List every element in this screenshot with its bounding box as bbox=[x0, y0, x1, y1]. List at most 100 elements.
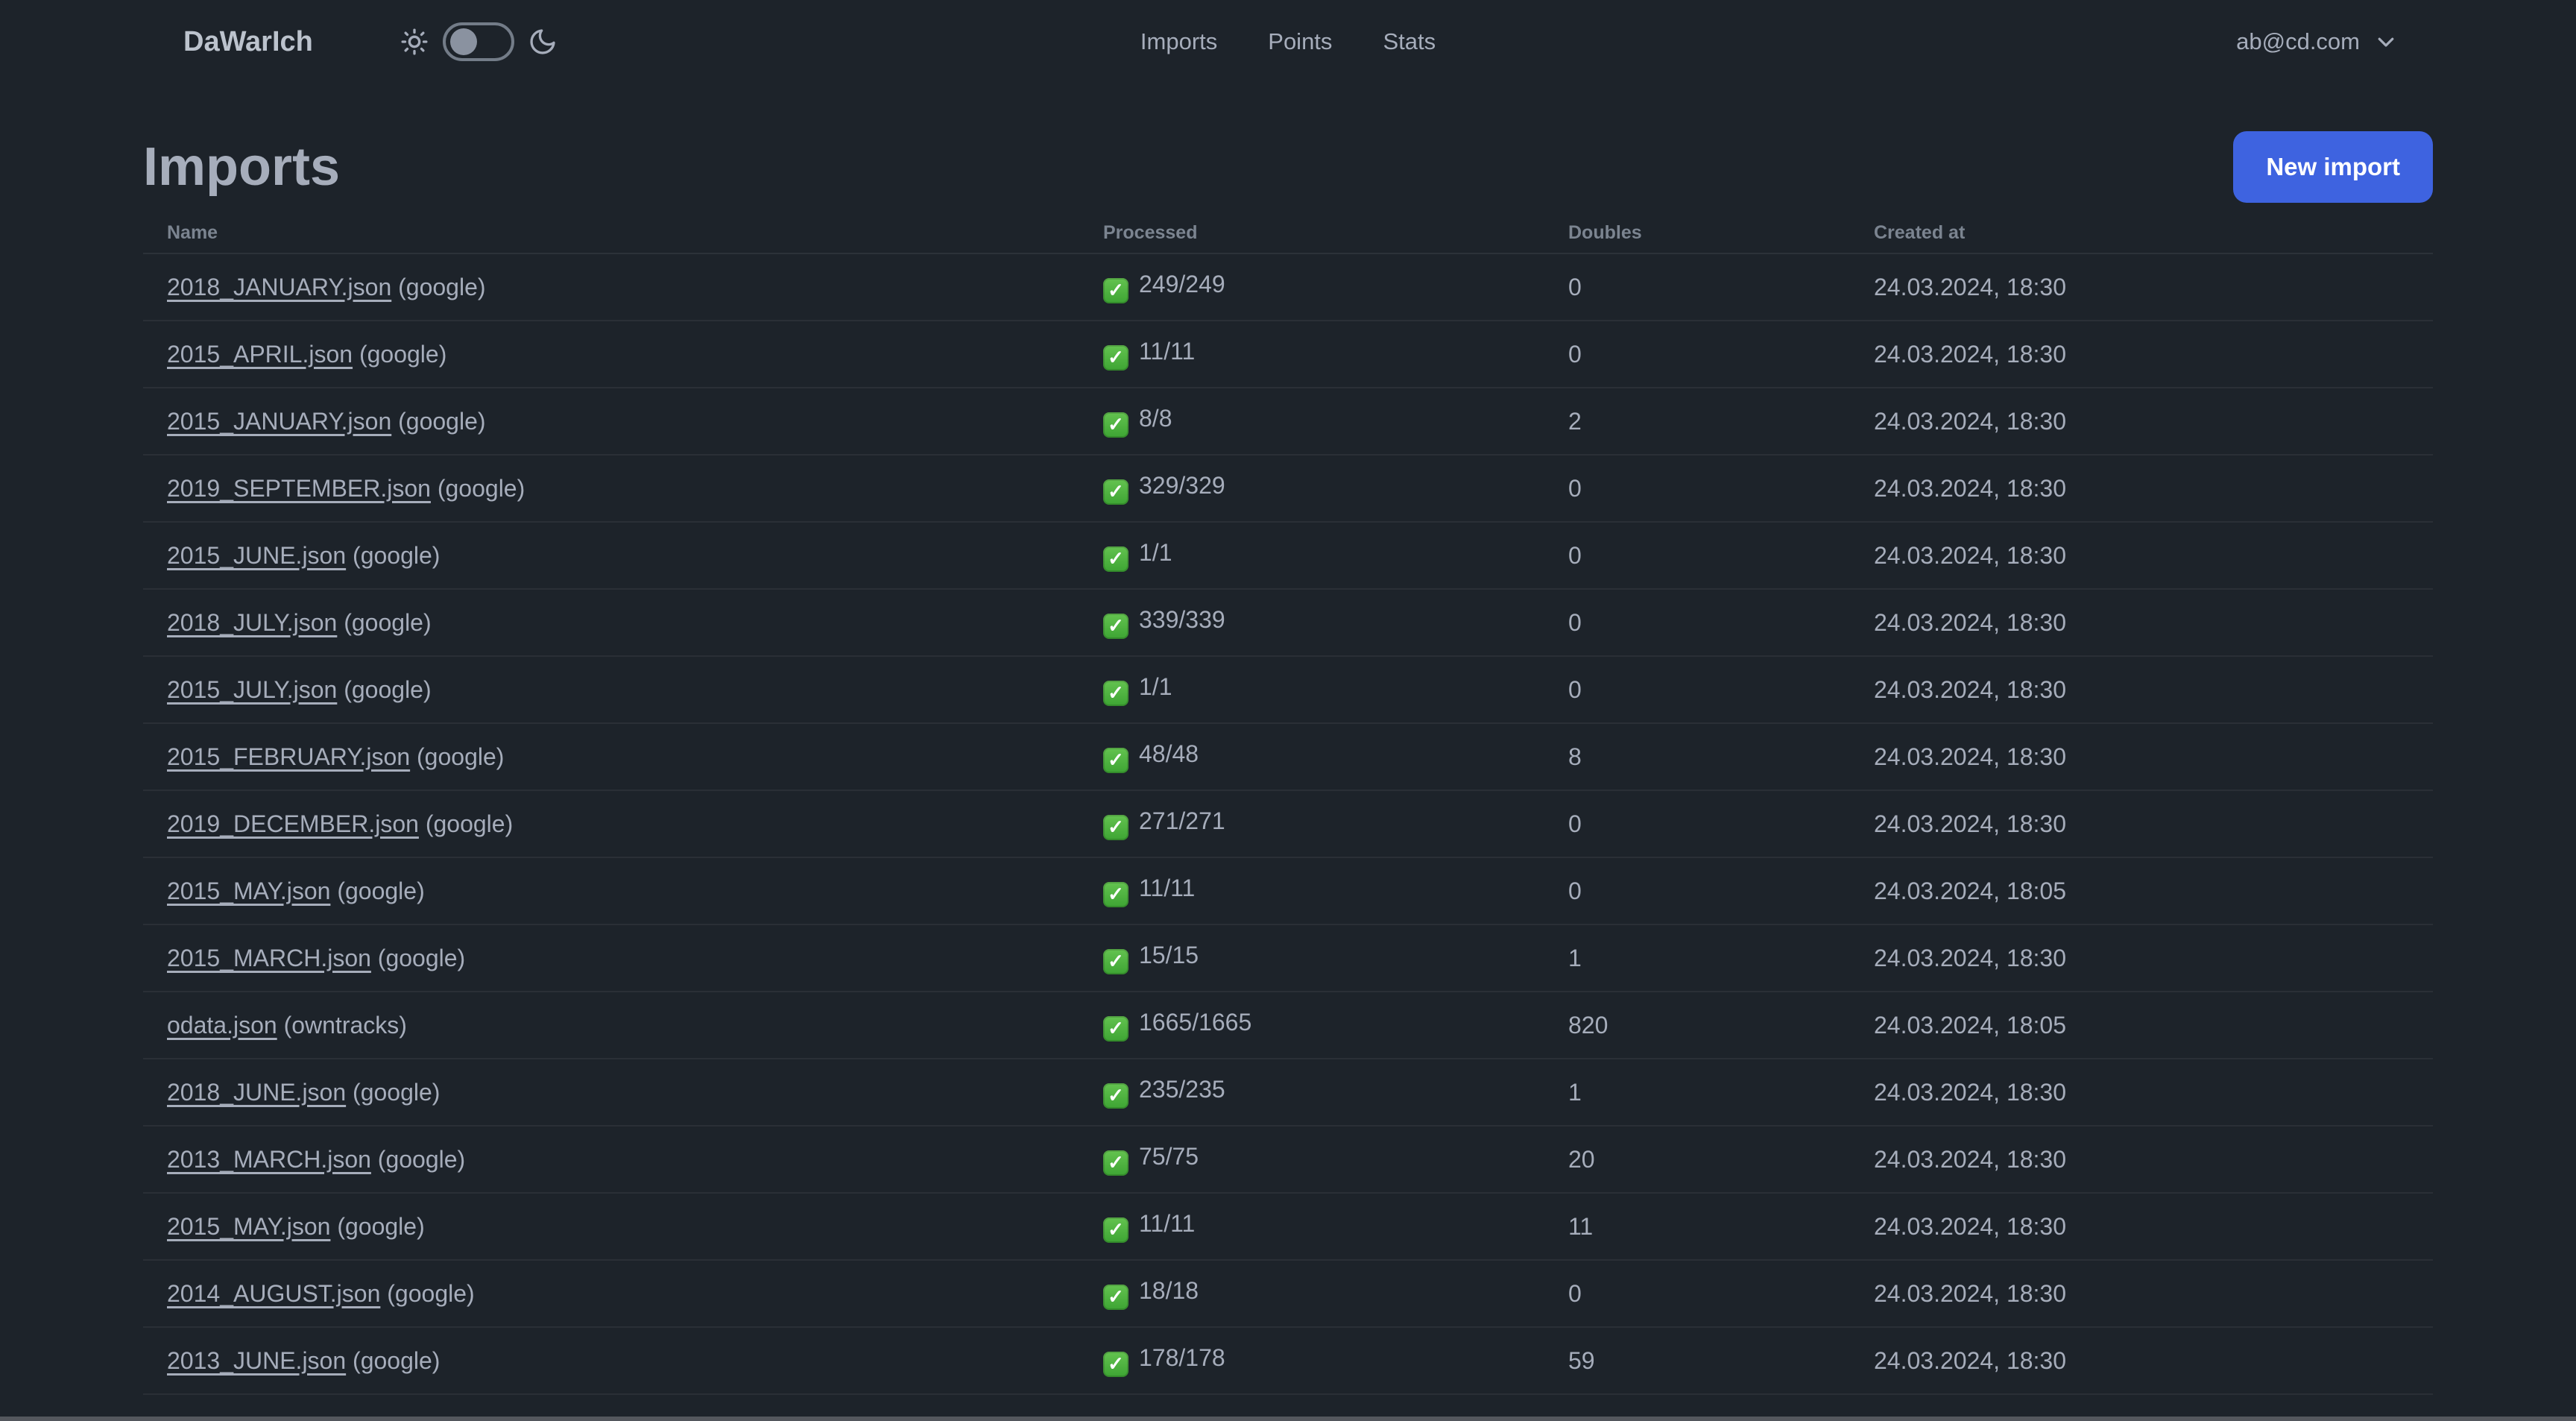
nav-link-stats[interactable]: Stats bbox=[1383, 28, 1436, 55]
import-source: (owntracks) bbox=[277, 1011, 407, 1039]
import-file-link[interactable]: 2015_APRIL.json bbox=[167, 341, 353, 368]
import-file-link[interactable]: 2019_SEPTEMBER.json bbox=[167, 475, 431, 502]
cell-processed: ✓ 18/18 bbox=[1079, 1260, 1544, 1328]
cell-created-at: 24.03.2024, 18:30 bbox=[1850, 790, 2433, 858]
cell-created-at: 24.03.2024, 18:30 bbox=[1850, 1059, 2433, 1127]
cell-processed: ✓ 75/75 bbox=[1079, 1126, 1544, 1194]
cell-processed: ✓ 1665/1665 bbox=[1079, 992, 1544, 1059]
column-header-doubles: Doubles bbox=[1544, 212, 1850, 254]
cell-name: 2015_MARCH.json (google) bbox=[143, 924, 1079, 992]
table-row: 2015_JULY.json (google) ✓ 1/1 0 24.03.2024, … bbox=[143, 656, 2433, 724]
import-file-link[interactable]: 2014_AUGUST.json bbox=[167, 1280, 380, 1307]
cell-name: 2015_MAY.json (google) bbox=[143, 1193, 1079, 1261]
processed-count: 15/15 bbox=[1139, 942, 1199, 969]
import-file-link[interactable]: 2015_MAY.json bbox=[167, 878, 330, 904]
cell-name: 2018_JUNE.json (google) bbox=[143, 1059, 1079, 1127]
import-file-link[interactable]: 2013_MARCH.json bbox=[167, 1146, 371, 1173]
cell-name: 2019_SEPTEMBER.json (google) bbox=[143, 455, 1079, 523]
theme-switch[interactable] bbox=[442, 22, 514, 61]
cell-doubles: 0 bbox=[1544, 1260, 1850, 1328]
cell-name: 2015_JULY.json (google) bbox=[143, 656, 1079, 724]
sun-icon bbox=[401, 28, 428, 55]
cell-doubles: 0 bbox=[1544, 790, 1850, 858]
import-file-link[interactable]: 2015_JUNE.json bbox=[167, 542, 346, 569]
new-import-button[interactable]: New import bbox=[2233, 131, 2433, 203]
cell-processed: ✓ 11/11 bbox=[1079, 1193, 1544, 1261]
cell-name: 2014_AUGUST.json (google) bbox=[143, 1260, 1079, 1328]
cell-doubles: 20 bbox=[1544, 1126, 1850, 1194]
import-source: (google) bbox=[330, 877, 425, 904]
cell-processed: ✓ 11/11 bbox=[1079, 321, 1544, 388]
check-mark-icon: ✓ bbox=[1103, 277, 1128, 303]
cell-name: 2015_FEBRUARY.json (google) bbox=[143, 723, 1079, 791]
import-file-link[interactable]: 2015_JANUARY.json bbox=[167, 408, 391, 435]
cell-created-at: 24.03.2024, 18:05 bbox=[1850, 857, 2433, 925]
import-file-link[interactable]: 2015_FEBRUARY.json bbox=[167, 743, 410, 770]
table-row: 2015_JANUARY.json (google) ✓ 8/8 2 24.03.202… bbox=[143, 388, 2433, 456]
cell-doubles: 0 bbox=[1544, 522, 1850, 590]
navbar: DaWarIch Imports Points Stats ab@cd.com bbox=[0, 0, 2576, 84]
import-file-link[interactable]: 2019_DECEMBER.json bbox=[167, 810, 419, 837]
import-file-link[interactable]: 2013_JUNE.json bbox=[167, 1347, 346, 1374]
import-file-link[interactable]: odata.json bbox=[167, 1012, 277, 1039]
table-row: 2018_JANUARY.json (google) ✓ 249/249 0 24.03… bbox=[143, 253, 2433, 321]
cell-created-at: 24.03.2024, 18:30 bbox=[1850, 321, 2433, 388]
cell-processed: ✓ 15/15 bbox=[1079, 924, 1544, 992]
nav-link-imports[interactable]: Imports bbox=[1140, 28, 1217, 55]
table-row: odata.json (owntracks) ✓ 1665/1665 820 24.03… bbox=[143, 992, 2433, 1059]
import-file-link[interactable]: 2018_JUNE.json bbox=[167, 1079, 346, 1106]
processed-count: 249/249 bbox=[1139, 271, 1225, 298]
table-row: 2014_AUGUST.json (google) ✓ 18/18 0 24.03.20… bbox=[143, 1260, 2433, 1328]
cell-processed: ✓ 1/1 bbox=[1079, 522, 1544, 590]
check-mark-icon: ✓ bbox=[1103, 1083, 1128, 1109]
check-mark-icon: ✓ bbox=[1103, 1015, 1128, 1042]
import-source: (google) bbox=[346, 1078, 441, 1106]
table-row: 2013_MARCH.json (google) ✓ 75/75 20 24.03.20… bbox=[143, 1126, 2433, 1194]
cell-name: 2015_JANUARY.json (google) bbox=[143, 388, 1079, 456]
app-logo[interactable]: DaWarIch bbox=[183, 26, 313, 58]
import-source: (google) bbox=[330, 1212, 425, 1240]
processed-count: 1/1 bbox=[1139, 539, 1172, 567]
table-row: 2015_MAY.json (google) ✓ 11/11 11 24.03.2024… bbox=[143, 1193, 2433, 1261]
cell-doubles: 0 bbox=[1544, 455, 1850, 523]
table-row: 2015_APRIL.json (google) ✓ 11/11 0 24.03.202… bbox=[143, 321, 2433, 388]
import-file-link[interactable]: 2015_JULY.json bbox=[167, 676, 337, 703]
table-row: 2015_FEBRUARY.json (google) ✓ 48/48 8 24.03.… bbox=[143, 723, 2433, 791]
import-file-link[interactable]: 2015_MARCH.json bbox=[167, 945, 371, 971]
main-nav: Imports Points Stats bbox=[1140, 28, 1436, 55]
import-file-link[interactable]: 2015_MAY.json bbox=[167, 1213, 330, 1240]
cell-created-at: 24.03.2024, 18:30 bbox=[1850, 924, 2433, 992]
nav-link-points[interactable]: Points bbox=[1268, 28, 1332, 55]
cell-name: 2015_MAY.json (google) bbox=[143, 857, 1079, 925]
column-header-processed: Processed bbox=[1079, 212, 1544, 254]
table-row: 2015_MARCH.json (google) ✓ 15/15 1 24.03.202… bbox=[143, 924, 2433, 992]
processed-count: 18/18 bbox=[1139, 1277, 1199, 1305]
import-source: (google) bbox=[346, 541, 441, 569]
processed-count: 178/178 bbox=[1139, 1344, 1225, 1372]
table-row: 2019_DECEMBER.json (google) ✓ 271/271 0 24.0… bbox=[143, 790, 2433, 858]
processed-count: 1665/1665 bbox=[1139, 1009, 1252, 1036]
cell-processed: ✓ 11/11 bbox=[1079, 857, 1544, 925]
cell-processed: ✓ 329/329 bbox=[1079, 455, 1544, 523]
column-header-name: Name bbox=[143, 212, 1079, 254]
cell-doubles: 8 bbox=[1544, 723, 1850, 791]
check-mark-icon: ✓ bbox=[1103, 747, 1128, 773]
cell-created-at: 24.03.2024, 18:30 bbox=[1850, 589, 2433, 657]
cell-created-at: 24.03.2024, 18:30 bbox=[1850, 1260, 2433, 1328]
check-mark-icon: ✓ bbox=[1103, 1217, 1128, 1243]
cell-name: 2015_JUNE.json (google) bbox=[143, 522, 1079, 590]
import-source: (google) bbox=[430, 474, 525, 502]
cell-created-at: 24.03.2024, 18:30 bbox=[1850, 1193, 2433, 1261]
table-row: 2018_JUNE.json (google) ✓ 235/235 1 24.03.20… bbox=[143, 1059, 2433, 1127]
import-file-link[interactable]: 2018_JANUARY.json bbox=[167, 274, 391, 300]
check-mark-icon: ✓ bbox=[1103, 546, 1128, 572]
import-source: (google) bbox=[380, 1279, 475, 1307]
import-source: (google) bbox=[337, 608, 432, 636]
import-file-link[interactable]: 2018_JULY.json bbox=[167, 609, 337, 636]
check-mark-icon: ✓ bbox=[1103, 1150, 1128, 1176]
cell-doubles: 1 bbox=[1544, 924, 1850, 992]
user-menu[interactable]: ab@cd.com bbox=[2236, 28, 2397, 55]
cell-created-at: 24.03.2024, 18:30 bbox=[1850, 388, 2433, 456]
cell-doubles: 59 bbox=[1544, 1327, 1850, 1395]
theme-toggle-group bbox=[400, 22, 558, 61]
